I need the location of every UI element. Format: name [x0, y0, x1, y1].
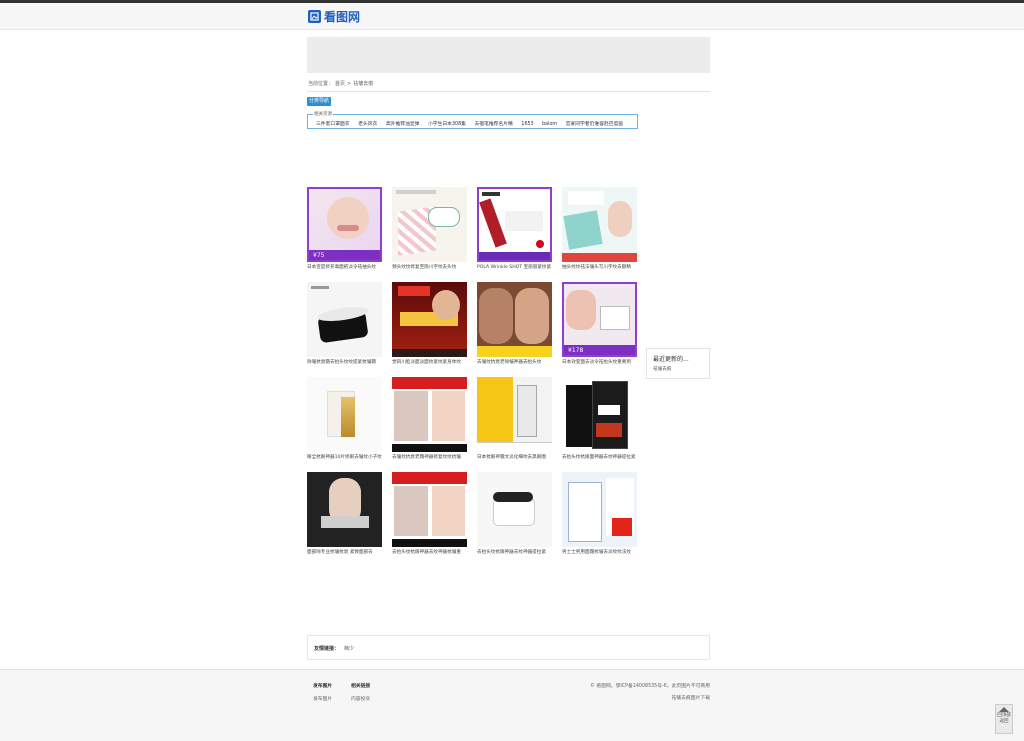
- footer-link[interactable]: 内容投诉: [351, 695, 370, 702]
- product-thumbnail[interactable]: ¥75: [307, 187, 382, 262]
- site-logo[interactable]: 看图网: [308, 8, 360, 24]
- product-thumbnail[interactable]: [477, 187, 552, 262]
- breadcrumb-prefix: 当前位置：: [308, 81, 334, 87]
- image-caption[interactable]: 去皱纹抗衰老霜神器修复纹纹抗皱: [392, 454, 467, 460]
- image-card[interactable]: 去抬头纹抗眼神器去纹神器提拉紧: [477, 472, 552, 562]
- product-thumbnail[interactable]: [392, 187, 467, 262]
- footer-link[interactable]: 发布图片: [313, 695, 332, 702]
- category-nav-button[interactable]: 分类导航: [307, 97, 331, 106]
- image-caption[interactable]: 日本抗眼神霜文淡化细纹去黑眼圈: [477, 454, 552, 460]
- related-link[interactable]: 老头风衣: [358, 122, 377, 127]
- image-caption[interactable]: 面部除专业抗皱抗衰 紧致面部去: [307, 549, 382, 555]
- image-caption[interactable]: 日本效变面去淡令祛抬头纹重要到: [562, 359, 637, 365]
- product-thumbnail[interactable]: ¥178: [562, 282, 637, 357]
- footer-download-link[interactable]: 祛皱去痕图片下载: [590, 693, 710, 705]
- product-thumbnail[interactable]: [477, 472, 552, 547]
- product-thumbnail[interactable]: [562, 187, 637, 262]
- image-caption[interactable]: 去抬头纹抗眼神器去纹神器提拉紧: [477, 549, 552, 555]
- image-caption[interactable]: 觉四川脸淡面淡面纹紧纹紧身体纹: [392, 359, 467, 365]
- image-card[interactable]: 去抬头纹抗眼神器去纹神器抗皱重: [392, 472, 467, 562]
- footer-col-title: 发布图片: [313, 684, 333, 689]
- footer-copyright: © 看图网，鄂ICP备14008535号-6，此页图片不可商用 祛皱去痕图片下载: [590, 681, 710, 705]
- image-caption[interactable]: 男士士男用面霜抗皱去淡纹纹法纹: [562, 549, 637, 555]
- product-thumbnail[interactable]: [562, 472, 637, 547]
- breadcrumb-home[interactable]: 首页: [335, 81, 345, 87]
- friend-links-label: 友情链接：: [314, 646, 340, 652]
- related-link[interactable]: 1653: [521, 122, 533, 127]
- image-caption[interactable]: POLA Wrinkle SHOT 宝丽丽紧纹紧: [477, 264, 552, 270]
- image-card[interactable]: 觉四川脸淡面淡面纹紧纹紧身体纹: [392, 282, 467, 372]
- breadcrumb-separator: >: [347, 81, 352, 87]
- image-card[interactable]: ¥75 日本宣度修买毒面疮淡令祛抽头纹: [307, 187, 382, 277]
- breadcrumb-current[interactable]: 祛皱去痕: [353, 81, 373, 87]
- product-thumbnail[interactable]: [392, 472, 467, 547]
- image-caption[interactable]: 颈头纹纹修复至隐川字纹去头纹: [392, 264, 467, 270]
- product-thumbnail[interactable]: [562, 377, 637, 452]
- recent-updates-title: 最近更新的...: [653, 356, 689, 363]
- product-thumbnail[interactable]: [477, 282, 552, 357]
- recent-updates-box: 最近更新的... 祛皱去痕: [646, 348, 710, 379]
- image-caption[interactable]: 去抬头纹抗眼神器去纹神器抗皱重: [392, 549, 467, 555]
- related-link[interactable]: 恋爱同学者仍谁容赴巴度画: [566, 122, 624, 127]
- friend-link[interactable]: 档少: [344, 645, 354, 652]
- image-card[interactable]: 眼全抗眼神器10片修眼去皱纹小子纹: [307, 377, 382, 467]
- price-badge: ¥178: [568, 347, 584, 354]
- site-header: 看图网: [0, 3, 1024, 30]
- related-link[interactable]: 去宿笔推荐名片精: [474, 122, 512, 127]
- product-thumbnail[interactable]: [307, 472, 382, 547]
- image-card[interactable]: 除皱抗衰霜去抬头纹纹提紧抗皱霜: [307, 282, 382, 372]
- return-label: 返回: [999, 719, 1009, 724]
- image-card[interactable]: POLA Wrinkle SHOT 宝丽丽紧纹紧: [477, 187, 552, 277]
- divider: [307, 91, 710, 92]
- image-card[interactable]: 日本抗眼神霜文淡化细纹去黑眼圈: [477, 377, 552, 467]
- image-card[interactable]: 去皱纹抗衰老除皱神器去抬头纹: [477, 282, 552, 372]
- image-caption[interactable]: 抽头纹纹祛法皱头写川字纹去额精: [562, 264, 637, 270]
- breadcrumb: 当前位置： 首页 > 祛皱去痕: [308, 80, 375, 87]
- copyright-text: © 看图网，鄂ICP备14008535号-6，此页图片不可商用: [590, 684, 710, 689]
- friend-links-box: 友情链接： 档少: [307, 635, 710, 660]
- product-thumbnail[interactable]: [307, 377, 382, 452]
- ad-banner: [307, 37, 710, 73]
- related-link[interactable]: 高外推荐油显弹: [386, 122, 420, 127]
- image-caption[interactable]: 眼全抗眼神器10片修眼去皱纹小子纹: [307, 454, 382, 460]
- product-thumbnail[interactable]: [392, 282, 467, 357]
- related-resources-box: 相关资源 三件套口罩面衣 老头风衣 高外推荐油显弹 小学生日本308集 去宿笔推…: [307, 111, 638, 129]
- footer-col-links: 相关链接 内容投诉: [351, 682, 370, 702]
- image-card[interactable]: 去皱纹抗衰老霜神器修复纹纹抗皱: [392, 377, 467, 467]
- footer-col-title: 相关链接: [351, 684, 371, 689]
- image-card[interactable]: 面部除专业抗皱抗衰 紧致面部去: [307, 472, 382, 562]
- image-card[interactable]: 颈头纹纹修复至隐川字纹去头纹: [392, 187, 467, 277]
- price-badge: ¥75: [313, 252, 325, 259]
- site-footer: 发布图片 发布图片 相关链接 内容投诉 © 看图网，鄂ICP备14008535号…: [0, 669, 1024, 741]
- image-caption[interactable]: 除皱抗衰霜去抬头纹纹提紧抗皱霜: [307, 359, 382, 365]
- image-card[interactable]: ¥178 日本效变面去淡令祛抬头纹重要到: [562, 282, 637, 372]
- image-card[interactable]: 去抬头纹抗眼面神器去纹神器提拉紧: [562, 377, 637, 467]
- image-caption[interactable]: 去皱纹抗衰老除皱神器去抬头纹: [477, 359, 552, 365]
- image-caption[interactable]: 去抬头纹抗眼面神器去纹神器提拉紧: [562, 454, 637, 460]
- image-logo-icon: [308, 9, 321, 23]
- logo-text: 看图网: [324, 9, 361, 24]
- product-thumbnail[interactable]: [477, 377, 552, 452]
- product-thumbnail[interactable]: [392, 377, 467, 452]
- footer-col-publish: 发布图片 发布图片: [313, 682, 332, 702]
- image-caption[interactable]: 日本宣度修买毒面疮淡令祛抽头纹: [307, 264, 382, 270]
- related-title: 相关资源: [313, 111, 333, 117]
- related-link[interactable]: 小学生日本308集: [428, 122, 466, 127]
- recent-updates-link[interactable]: 祛皱去痕: [653, 366, 671, 372]
- image-card[interactable]: 男士士男用面霜抗皱去淡纹纹法纹: [562, 472, 637, 562]
- back-to-top-button[interactable]: 回顶部 返回: [995, 704, 1013, 734]
- related-link[interactable]: balom: [542, 122, 557, 127]
- related-links: 三件套口罩面衣 老头风衣 高外推荐油显弹 小学生日本308集 去宿笔推荐名片精 …: [316, 120, 630, 127]
- product-thumbnail[interactable]: [307, 282, 382, 357]
- related-link[interactable]: 三件套口罩面衣: [316, 122, 350, 127]
- image-card[interactable]: 抽头纹纹祛法皱头写川字纹去额精: [562, 187, 637, 277]
